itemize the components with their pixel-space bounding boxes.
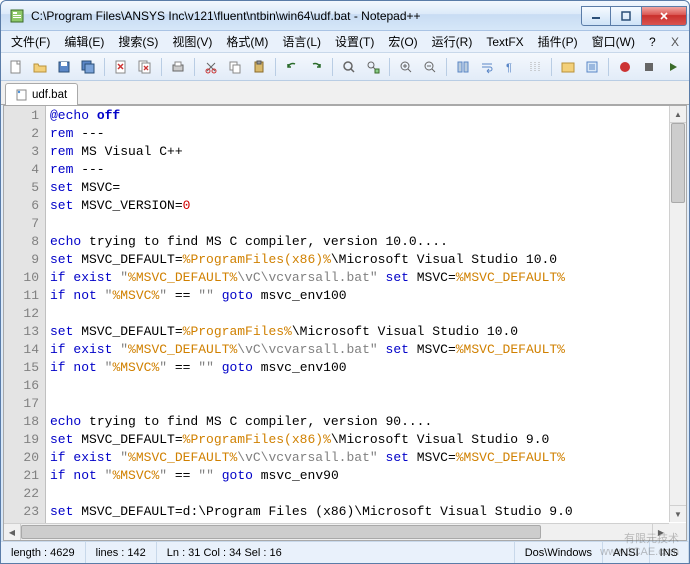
folder-as-workspace-button[interactable]	[557, 56, 579, 78]
app-icon	[9, 8, 25, 24]
maximize-button[interactable]	[611, 6, 641, 26]
show-all-chars-button[interactable]: ¶	[500, 56, 522, 78]
minimize-button[interactable]	[581, 6, 611, 26]
open-file-button[interactable]	[29, 56, 51, 78]
line-gutter: 1234567891011121314151617181920212223	[4, 106, 46, 540]
scroll-right-button[interactable]: ▶	[652, 524, 669, 540]
menu-close-doc[interactable]: X	[665, 33, 685, 51]
indent-guide-button[interactable]	[524, 56, 546, 78]
status-insert-mode[interactable]: INS	[650, 542, 689, 563]
find-button[interactable]	[338, 56, 360, 78]
vertical-scrollbar[interactable]: ▲ ▼	[669, 106, 686, 522]
horizontal-scrollbar[interactable]: ◀ ▶	[4, 523, 669, 540]
window-title: C:\Program Files\ANSYS Inc\v121\fluent\n…	[31, 9, 581, 23]
close-all-button[interactable]	[134, 56, 156, 78]
menu-help[interactable]: ?	[643, 33, 662, 51]
scroll-up-button[interactable]: ▲	[670, 106, 686, 123]
editor-area: 1234567891011121314151617181920212223 @e…	[3, 105, 687, 541]
vscroll-thumb[interactable]	[671, 123, 685, 203]
status-lines: lines : 142	[86, 542, 157, 563]
print-button[interactable]	[167, 56, 189, 78]
function-list-button[interactable]	[581, 56, 603, 78]
menubar: 文件(F) 编辑(E) 搜索(S) 视图(V) 格式(M) 语言(L) 设置(T…	[1, 31, 689, 53]
hscroll-thumb[interactable]	[21, 525, 541, 539]
scroll-down-button[interactable]: ▼	[670, 505, 686, 522]
titlebar[interactable]: C:\Program Files\ANSYS Inc\v121\fluent\n…	[1, 1, 689, 31]
menu-language[interactable]: 语言(L)	[276, 31, 327, 52]
svg-text:¶: ¶	[506, 62, 512, 74]
status-eol[interactable]: Dos\Windows	[515, 542, 603, 563]
save-all-button[interactable]	[77, 56, 99, 78]
file-icon	[16, 89, 28, 101]
tab-active[interactable]: udf.bat	[5, 83, 78, 105]
cut-button[interactable]	[200, 56, 222, 78]
menu-macro[interactable]: 宏(O)	[382, 31, 423, 52]
menu-settings[interactable]: 设置(T)	[329, 31, 380, 52]
status-position: Ln : 31 Col : 34 Sel : 16	[157, 542, 515, 563]
menu-search[interactable]: 搜索(S)	[112, 31, 164, 52]
status-encoding[interactable]: ANSI	[603, 542, 650, 563]
replace-button[interactable]	[362, 56, 384, 78]
scroll-left-button[interactable]: ◀	[4, 524, 21, 540]
menu-run[interactable]: 运行(R)	[426, 31, 479, 52]
tab-label: udf.bat	[32, 89, 67, 101]
toolbar: ¶	[1, 53, 689, 81]
status-length: length : 4629	[1, 542, 86, 563]
save-button[interactable]	[53, 56, 75, 78]
statusbar: length : 4629 lines : 142 Ln : 31 Col : …	[1, 541, 689, 563]
close-button[interactable]	[641, 6, 687, 26]
menu-view[interactable]: 视图(V)	[166, 31, 218, 52]
menu-textfx[interactable]: TextFX	[480, 33, 529, 51]
tab-strip: udf.bat	[1, 81, 689, 105]
menu-file[interactable]: 文件(F)	[5, 31, 56, 52]
copy-button[interactable]	[224, 56, 246, 78]
zoom-out-button[interactable]	[419, 56, 441, 78]
macro-play-button[interactable]	[662, 56, 684, 78]
code-editor[interactable]: @echo offrem ---rem MS Visual C++rem ---…	[46, 106, 686, 540]
undo-button[interactable]	[281, 56, 303, 78]
menu-plugins[interactable]: 插件(P)	[532, 31, 584, 52]
menu-edit[interactable]: 编辑(E)	[58, 31, 110, 52]
scroll-corner	[669, 523, 686, 540]
close-file-button[interactable]	[110, 56, 132, 78]
paste-button[interactable]	[248, 56, 270, 78]
sync-vscroll-button[interactable]	[452, 56, 474, 78]
app-window: C:\Program Files\ANSYS Inc\v121\fluent\n…	[0, 0, 690, 564]
zoom-in-button[interactable]	[395, 56, 417, 78]
wordwrap-button[interactable]	[476, 56, 498, 78]
menu-format[interactable]: 格式(M)	[220, 31, 274, 52]
macro-record-button[interactable]	[614, 56, 636, 78]
redo-button[interactable]	[305, 56, 327, 78]
new-file-button[interactable]	[5, 56, 27, 78]
menu-window[interactable]: 窗口(W)	[586, 31, 641, 52]
macro-stop-button[interactable]	[638, 56, 660, 78]
